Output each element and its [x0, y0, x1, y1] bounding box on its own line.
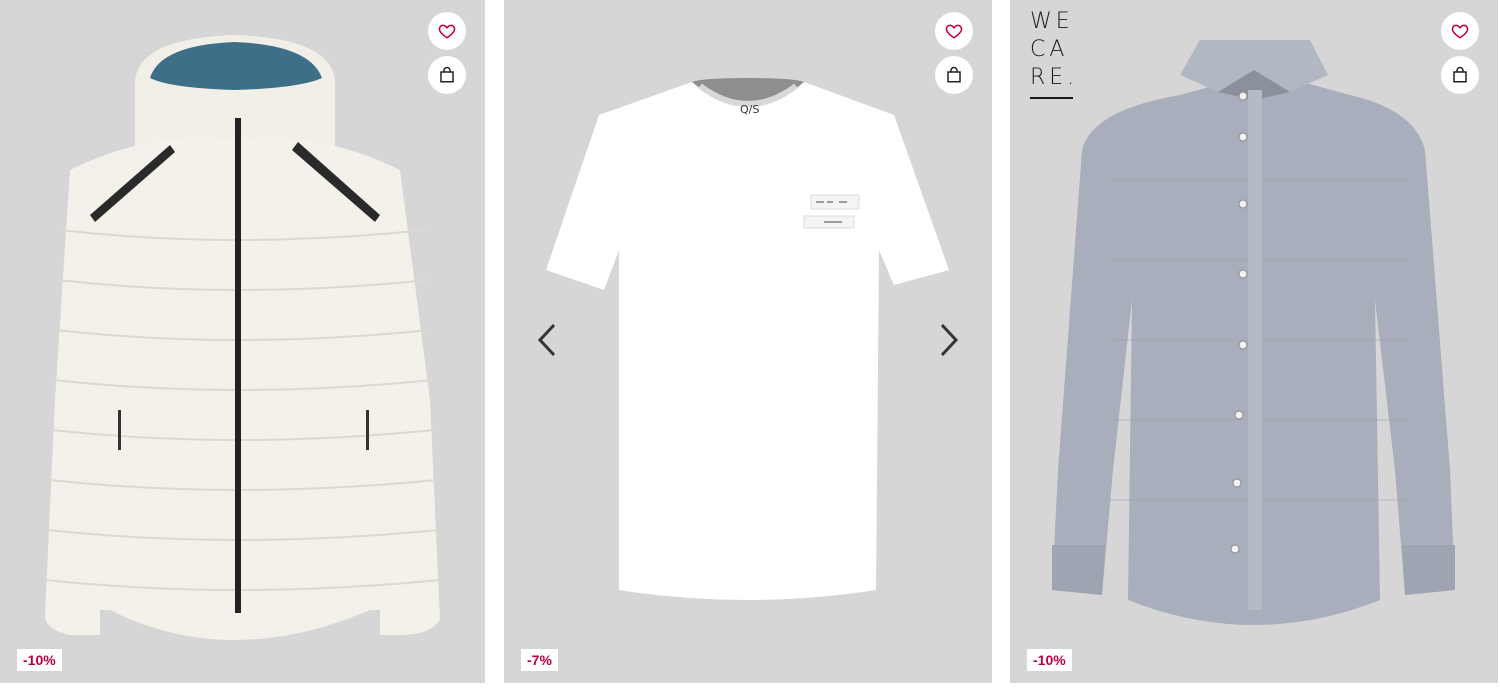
shopping-bag-icon	[440, 66, 454, 83]
product-image-jacket[interactable]	[0, 0, 485, 683]
discount-badge: -10%	[17, 649, 62, 671]
add-to-bag-button-shirt[interactable]	[1441, 56, 1479, 94]
brand-logo-line-1: WE	[1030, 9, 1074, 34]
carousel-prev-button[interactable]	[532, 318, 562, 362]
favorite-button-shirt[interactable]	[1441, 12, 1479, 50]
product-image-shirt[interactable]	[1010, 0, 1498, 683]
brand-logo-line-2: CA	[1030, 37, 1069, 62]
favorite-button-jacket[interactable]	[428, 12, 466, 50]
brand-logo-underline	[1030, 97, 1073, 99]
heart-icon	[945, 24, 963, 39]
heart-icon	[1451, 24, 1469, 39]
add-to-bag-button-tshirt[interactable]	[935, 56, 973, 94]
shopping-bag-icon	[1453, 66, 1467, 83]
shopping-bag-icon	[947, 66, 961, 83]
discount-badge: -10%	[1027, 649, 1072, 671]
product-card-tshirt[interactable]: Q/S -7%	[504, 0, 992, 683]
brand-logo-we-care: WE CA RE.	[1030, 8, 1074, 92]
svg-text:Q/S: Q/S	[740, 103, 759, 116]
chevron-left-icon	[537, 323, 556, 357]
product-card-jacket[interactable]: -10%	[0, 0, 485, 683]
discount-badge: -7%	[521, 649, 558, 671]
add-to-bag-button-jacket[interactable]	[428, 56, 466, 94]
heart-icon	[438, 24, 456, 39]
brand-logo-line-3: RE.	[1030, 65, 1079, 90]
favorite-button-tshirt[interactable]	[935, 12, 973, 50]
carousel-next-button[interactable]	[934, 318, 964, 362]
product-card-shirt[interactable]: WE CA RE. -10%	[1010, 0, 1498, 683]
product-image-tshirt[interactable]: Q/S	[504, 0, 992, 683]
chevron-right-icon	[940, 323, 959, 357]
